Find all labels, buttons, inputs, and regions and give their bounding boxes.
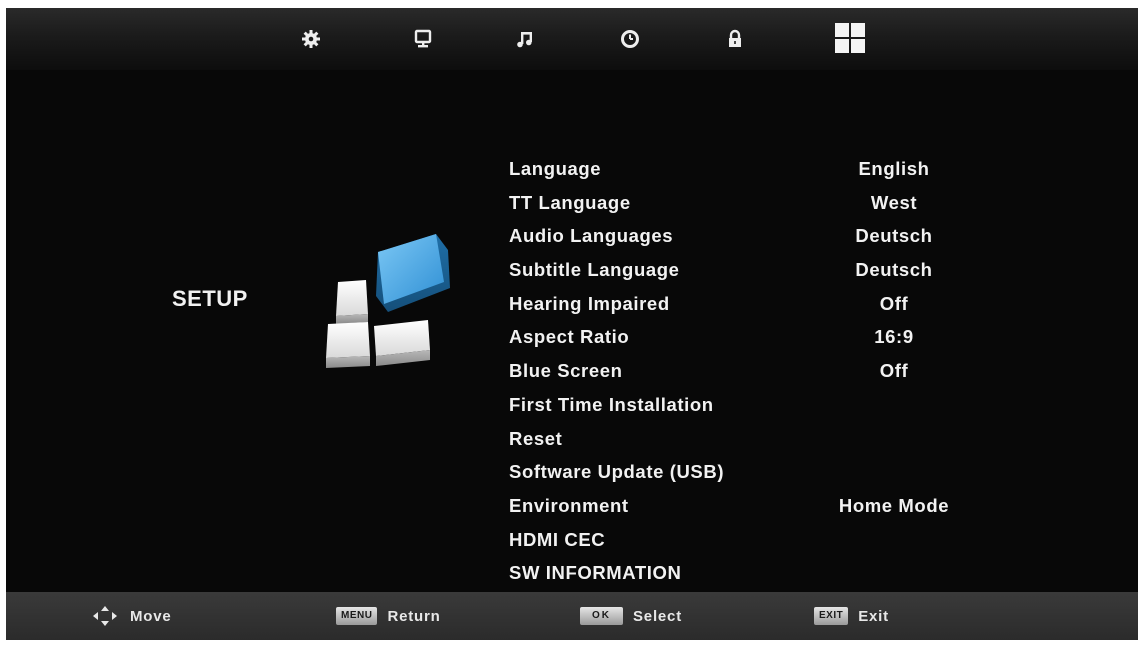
menu-item-subtitle-language[interactable]: Subtitle Language Deutsch xyxy=(509,255,1069,289)
menu-item-value: Home Mode xyxy=(838,494,950,516)
tab-channel[interactable] xyxy=(406,22,440,56)
tab-time[interactable] xyxy=(613,22,647,56)
hint-select-label: Select xyxy=(633,607,682,625)
hint-move-label: Move xyxy=(130,607,172,625)
menu-item-value: 16:9 xyxy=(874,326,914,348)
menu-item-value: West xyxy=(870,191,918,213)
tab-lock[interactable] xyxy=(718,22,752,56)
gear-icon xyxy=(302,30,320,48)
menu-key-badge: MENU xyxy=(336,607,378,625)
menu-item-label: Audio Languages xyxy=(509,225,674,247)
menu-item-label: Environment xyxy=(509,494,629,516)
menu-item-value: Deutsch xyxy=(855,225,933,247)
ok-key-badge: OK xyxy=(580,607,623,625)
menu-item-label: Subtitle Language xyxy=(509,259,680,281)
hint-exit: EXIT Exit xyxy=(814,592,889,640)
tab-sound[interactable] xyxy=(508,22,542,56)
hint-select: OK Select xyxy=(580,592,682,640)
exit-key-badge: EXIT xyxy=(814,607,849,625)
hint-exit-label: Exit xyxy=(858,607,889,625)
lock-icon xyxy=(729,29,741,47)
menu-item-label: First Time Installation xyxy=(509,393,714,415)
menu-item-sw-information[interactable]: SW INFORMATION xyxy=(509,558,1069,592)
menu-item-language[interactable]: Language English xyxy=(509,154,1069,188)
tab-picture-settings[interactable] xyxy=(294,22,328,56)
menu-item-environment[interactable]: Environment Home Mode xyxy=(509,491,1069,525)
menu-item-label: SW INFORMATION xyxy=(509,562,682,584)
menu-item-label: Language xyxy=(509,158,602,179)
page-title: SETUP xyxy=(172,286,248,311)
hint-return-label: Return xyxy=(387,607,441,625)
category-tab-bar xyxy=(6,8,1138,70)
menu-item-label: Software Update (USB) xyxy=(509,461,725,483)
menu-item-value: Off xyxy=(879,292,909,314)
menu-item-label: Hearing Impaired xyxy=(509,292,670,314)
tab-setup[interactable] xyxy=(828,16,872,60)
menu-item-value: Deutsch xyxy=(855,259,933,281)
monitor-icon xyxy=(414,29,432,48)
music-note-icon xyxy=(517,32,532,48)
menu-item-label: Blue Screen xyxy=(509,360,623,382)
menu-item-software-update[interactable]: Software Update (USB) xyxy=(509,457,1069,491)
menu-item-aspect-ratio[interactable]: Aspect Ratio 16:9 xyxy=(509,322,1069,356)
tv-osd-screen: SETUP Language English TT Language West … xyxy=(6,8,1138,640)
menu-item-first-time-installation[interactable]: First Time Installation xyxy=(509,390,1069,424)
setup-grid-icon xyxy=(835,23,865,53)
footer-hint-bar: Move MENU Return OK Select EXIT Exit xyxy=(6,592,1138,640)
menu-item-hearing-impaired[interactable]: Hearing Impaired Off xyxy=(509,289,1069,323)
menu-item-value: Off xyxy=(879,360,909,382)
clock-icon xyxy=(621,30,639,48)
menu-item-hdmi-cec[interactable]: HDMI CEC xyxy=(509,525,1069,559)
hint-return: MENU Return xyxy=(336,592,441,640)
setup-logo-icon xyxy=(326,234,450,368)
setup-menu-list: Language English TT Language West Audio … xyxy=(509,154,1069,592)
menu-item-blue-screen[interactable]: Blue Screen Off xyxy=(509,356,1069,390)
menu-item-label: Aspect Ratio xyxy=(509,326,630,348)
hint-move: Move xyxy=(92,592,172,640)
menu-item-label: Reset xyxy=(509,427,563,449)
dpad-arrows-icon xyxy=(93,606,117,626)
menu-item-tt-language[interactable]: TT Language West xyxy=(509,188,1069,222)
menu-item-reset[interactable]: Reset xyxy=(509,424,1069,458)
menu-item-value: English xyxy=(858,158,930,179)
menu-item-label: TT Language xyxy=(509,191,631,213)
menu-item-audio-languages[interactable]: Audio Languages Deutsch xyxy=(509,221,1069,255)
menu-item-label: HDMI CEC xyxy=(509,528,606,550)
